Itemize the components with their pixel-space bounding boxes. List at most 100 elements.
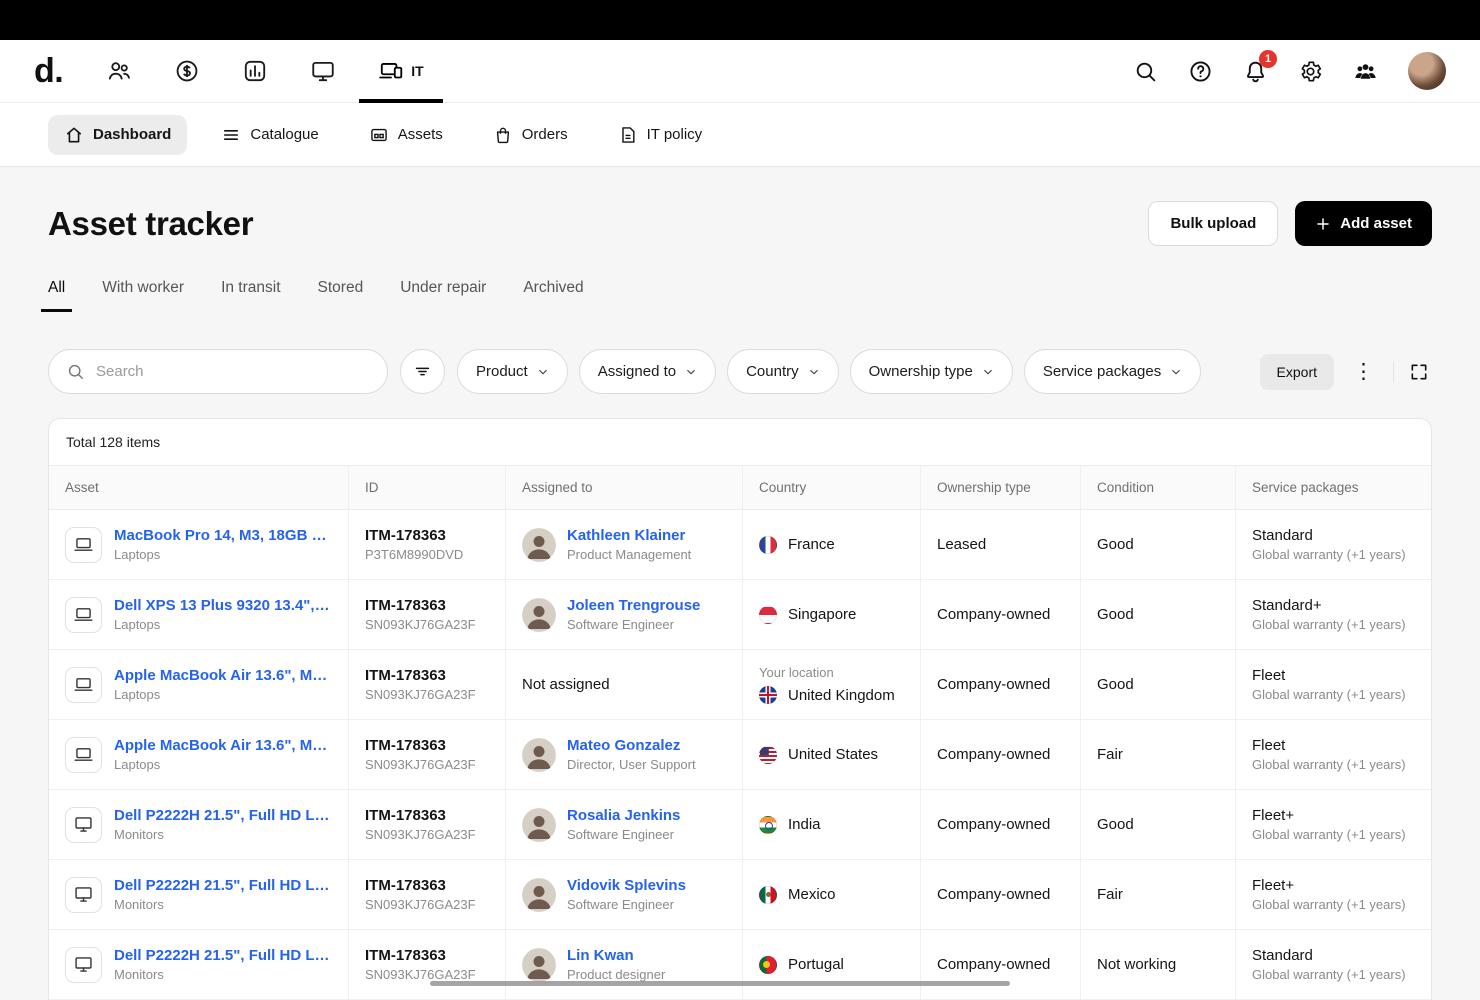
bulk-upload-button[interactable]: Bulk upload <box>1148 201 1278 246</box>
search-button[interactable] <box>1133 59 1158 84</box>
ownership-cell: Leased <box>921 510 1081 579</box>
top-black-bar <box>0 0 1480 40</box>
user-avatar[interactable] <box>1408 52 1446 90</box>
table-row[interactable]: Dell P2222H 21.5", Full HD LE... Monitor… <box>49 790 1431 860</box>
id-cell: ITM-178363 SN093KJ76GA23F <box>349 790 506 859</box>
more-options-button[interactable]: ⋮ <box>1346 361 1381 382</box>
assignee-avatar <box>522 598 556 632</box>
subnav-assets[interactable]: Assets <box>353 115 459 155</box>
asset-serial: SN093KJ76GA23F <box>365 967 476 982</box>
asset-name-link[interactable]: Dell P2222H 21.5", Full HD LE... <box>114 807 332 824</box>
filter-toolbar: Product Assigned to Country Ownership ty… <box>48 349 1432 394</box>
notifications-button[interactable]: 1 <box>1243 59 1268 84</box>
service-warranty: Global warranty (+1 years) <box>1252 897 1406 912</box>
tab[interactable]: All <box>48 279 65 312</box>
assignee-name-link[interactable]: Joleen Trengrouse <box>567 597 700 614</box>
service-package: Fleet+ <box>1252 877 1406 894</box>
service-package: Fleet <box>1252 667 1406 684</box>
subnav-orders[interactable]: Orders <box>477 115 584 155</box>
search-input[interactable] <box>96 363 370 380</box>
service-package: Standard+ <box>1252 597 1406 614</box>
document-icon <box>618 125 638 145</box>
asset-serial: SN093KJ76GA23F <box>365 687 476 702</box>
asset-cell: Dell P2222H 21.5", Full HD LE... Monitor… <box>49 790 349 859</box>
table-header: AssetIDAssigned toCountryOwnership typeC… <box>49 466 1431 510</box>
help-button[interactable] <box>1188 59 1213 84</box>
toolbar-divider <box>1393 361 1394 383</box>
table-row[interactable]: Dell P2222H 21.5", Full HD LE... Monitor… <box>49 930 1431 1000</box>
search-box[interactable] <box>48 349 388 394</box>
table-row[interactable]: Dell P2222H 21.5", Full HD LE... Monitor… <box>49 860 1431 930</box>
filter-dropdown[interactable]: Product <box>457 349 568 394</box>
filter-dropdown[interactable]: Ownership type <box>850 349 1013 394</box>
table-row[interactable]: Apple MacBook Air 13.6", M2... Laptops I… <box>49 650 1431 720</box>
service-package: Fleet <box>1252 737 1406 754</box>
ownership-cell: Company-owned <box>921 930 1081 999</box>
asset-id: ITM-178363 <box>365 877 476 894</box>
monitor-icon <box>73 814 94 835</box>
assignee-role: Software Engineer <box>567 617 700 632</box>
asset-id: ITM-178363 <box>365 667 476 684</box>
team-switcher-button[interactable] <box>1353 59 1378 84</box>
condition-cell: Fair <box>1081 860 1236 929</box>
filter-dropdown[interactable]: Service packages <box>1024 349 1201 394</box>
tab[interactable]: With worker <box>102 279 184 312</box>
assignee-avatar <box>522 808 556 842</box>
asset-name-link[interactable]: Dell XPS 13 Plus 9320 13.4", i... <box>114 597 332 614</box>
assignee-role: Software Engineer <box>567 897 686 912</box>
ownership-value: Company-owned <box>937 886 1050 903</box>
title-actions: Bulk upload Add asset <box>1148 201 1432 246</box>
tab[interactable]: In transit <box>221 279 280 312</box>
tab[interactable]: Under repair <box>400 279 486 312</box>
deel-logo[interactable]: d. <box>34 52 63 91</box>
assigned-cell: Kathleen Klainer Product Management <box>506 510 743 579</box>
fullscreen-button[interactable] <box>1406 362 1432 382</box>
asset-id: ITM-178363 <box>365 807 476 824</box>
assignee-name-link[interactable]: Vidovik Splevins <box>567 877 686 894</box>
assigned-cell: Lin Kwan Product designer <box>506 930 743 999</box>
table-row[interactable]: MacBook Pro 14, M3, 18GB R... Laptops IT… <box>49 510 1431 580</box>
asset-name-link[interactable]: Dell P2222H 21.5", Full HD LE... <box>114 877 332 894</box>
assignee-name-link[interactable]: Mateo Gonzalez <box>567 737 696 754</box>
tab[interactable]: Stored <box>318 279 364 312</box>
assigned-cell: Not assigned <box>506 650 743 719</box>
filter-icon <box>413 362 432 381</box>
id-cell: ITM-178363 SN093KJ76GA23F <box>349 930 506 999</box>
horizontal-scrollbar-thumb[interactable] <box>430 981 1010 986</box>
filter-dropdown[interactable]: Assigned to <box>579 349 716 394</box>
asset-cell: Apple MacBook Air 13.6", M2... Laptops <box>49 720 349 789</box>
service-cell: Fleet Global warranty (+1 years) <box>1236 650 1431 719</box>
country-flag-icon <box>759 746 777 764</box>
asset-id: ITM-178363 <box>365 527 463 544</box>
export-button[interactable]: Export <box>1260 354 1334 390</box>
nav-people[interactable] <box>85 40 153 103</box>
asset-name-link[interactable]: Apple MacBook Air 13.6", M2... <box>114 667 332 684</box>
nav-it[interactable]: IT <box>357 40 444 103</box>
tab[interactable]: Archived <box>523 279 583 312</box>
settings-button[interactable] <box>1298 59 1323 84</box>
add-asset-button[interactable]: Add asset <box>1295 201 1432 246</box>
asset-name-link[interactable]: MacBook Pro 14, M3, 18GB R... <box>114 527 332 544</box>
nav-finance[interactable] <box>153 40 221 103</box>
condition-value: Fair <box>1097 886 1123 903</box>
assignee-name-link[interactable]: Rosalia Jenkins <box>567 807 680 824</box>
subnav-catalogue[interactable]: Catalogue <box>205 115 334 155</box>
assignee-name-link[interactable]: Lin Kwan <box>567 947 665 964</box>
table-row[interactable]: Dell XPS 13 Plus 9320 13.4", i... Laptop… <box>49 580 1431 650</box>
subnav-dashboard[interactable]: Dashboard <box>48 115 187 155</box>
table-row[interactable]: Apple MacBook Air 13.6", M2... Laptops I… <box>49 720 1431 790</box>
id-cell: ITM-178363 SN093KJ76GA23F <box>349 650 506 719</box>
subnav-it-policy[interactable]: IT policy <box>602 115 719 155</box>
nav-reports[interactable] <box>221 40 289 103</box>
country-flag-icon <box>759 956 777 974</box>
service-cell: Fleet Global warranty (+1 years) <box>1236 720 1431 789</box>
asset-name-link[interactable]: Apple MacBook Air 13.6", M2... <box>114 737 332 754</box>
search-icon <box>1133 59 1158 84</box>
column-header: Assigned to <box>506 466 743 509</box>
asset-name-link[interactable]: Dell P2222H 21.5", Full HD LE... <box>114 947 332 964</box>
filter-button[interactable] <box>400 349 445 394</box>
assignee-name-link[interactable]: Kathleen Klainer <box>567 527 691 544</box>
nav-devices[interactable] <box>289 40 357 103</box>
filter-dropdown[interactable]: Country <box>727 349 839 394</box>
ownership-cell: Company-owned <box>921 720 1081 789</box>
